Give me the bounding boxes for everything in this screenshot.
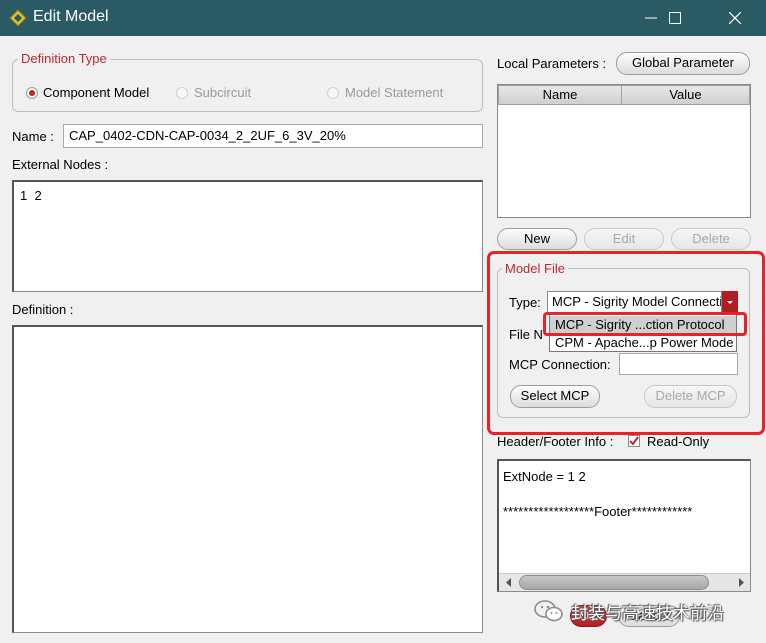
definition-textarea[interactable] <box>12 325 483 633</box>
definition-type-legend: Definition Type <box>18 51 110 66</box>
watermark: 封装与高速技术前沿 <box>533 596 765 626</box>
radio-subcircuit-label: Subcircuit <box>194 85 252 100</box>
read-only-label: Read-Only <box>647 434 710 449</box>
edit-parameter-button[interactable]: Edit <box>584 228 664 250</box>
column-header-value[interactable]: Value <box>621 85 750 105</box>
checkmark-icon <box>629 436 639 446</box>
scroll-thumb[interactable] <box>519 575 709 590</box>
title-bar: Edit Model <box>0 0 766 36</box>
external-nodes-label: External Nodes : <box>12 157 109 172</box>
app-logo-icon <box>9 9 27 27</box>
model-file-highlight <box>487 251 765 435</box>
radio-component-model-label: Component Model <box>43 85 150 100</box>
name-label: Name : <box>12 129 54 144</box>
new-parameter-button[interactable]: New <box>497 228 577 250</box>
maximize-icon <box>669 12 681 24</box>
radio-component-model[interactable] <box>26 87 38 99</box>
dropdown-option-highlight <box>543 312 747 336</box>
radio-model-statement-label: Model Statement <box>345 85 444 100</box>
name-input[interactable]: CAP_0402-CDN-CAP-0034_2_2UF_6_3V_20% <box>63 124 483 148</box>
arrow-right-icon <box>739 578 744 587</box>
delete-parameter-button[interactable]: Delete <box>671 228 751 250</box>
definition-label: Definition : <box>12 302 74 317</box>
column-header-name[interactable]: Name <box>498 85 622 105</box>
radio-model-statement[interactable] <box>327 87 339 99</box>
watermark-text: 封装与高速技术前沿 <box>571 604 724 624</box>
close-button[interactable] <box>712 0 758 36</box>
close-icon <box>729 12 741 24</box>
header-footer-textarea[interactable]: ExtNode = 1 2 ******************Footer**… <box>497 459 751 592</box>
radio-subcircuit[interactable] <box>176 87 188 99</box>
local-parameters-label: Local Parameters : <box>497 56 607 71</box>
header-footer-label: Header/Footer Info : <box>497 434 614 449</box>
scroll-left-button[interactable] <box>501 575 517 590</box>
arrow-left-icon <box>506 578 511 587</box>
header-footer-line-2: ******************Footer************ <box>503 504 693 519</box>
header-footer-line-1: ExtNode = 1 2 <box>503 469 586 484</box>
external-nodes-textarea[interactable]: 1 2 <box>12 180 483 292</box>
window-title: Edit Model <box>33 8 109 25</box>
wechat-logo-icon <box>534 600 563 622</box>
global-parameter-button[interactable]: Global Parameter <box>616 52 750 75</box>
read-only-checkbox[interactable] <box>628 435 640 447</box>
scroll-right-button[interactable] <box>733 575 749 590</box>
maximize-button[interactable] <box>652 0 698 36</box>
